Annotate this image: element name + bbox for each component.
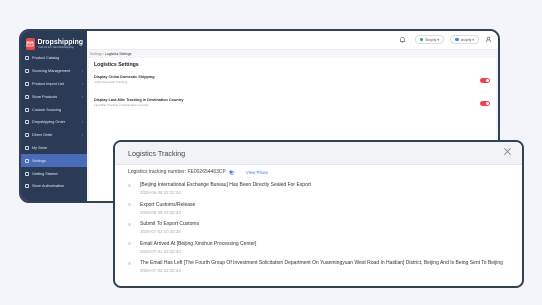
sidebar-item-label: My Store <box>32 145 48 150</box>
sidebar-item-product-catalog[interactable]: Product Catalog <box>21 52 87 65</box>
tracking-number-row: Logistics tracking number: FE002654463CP… <box>128 169 268 175</box>
sidebar-item-label: Product Catalog <box>32 56 60 61</box>
modal-header: Logistics Tracking <box>115 142 522 165</box>
timeline-dot-icon <box>128 203 131 206</box>
setting-title: Display China Domestic Shipping <box>94 75 155 79</box>
timeline-event: Submit To Export Customs 2025-07-01 10:3… <box>128 221 512 241</box>
setting-china-domestic-shipping: Display China Domestic Shipping China Do… <box>94 75 490 89</box>
sidebar-item-label: Store Authorization <box>32 184 65 189</box>
avatar <box>455 37 459 42</box>
sidebar-item-settings[interactable]: Settings <box>21 154 87 168</box>
timeline-dot-icon <box>128 183 131 187</box>
brand-name: Dropshipping <box>37 39 84 46</box>
logistics-tracking-modal: Logistics Tracking Logistics tracking nu… <box>113 140 524 288</box>
chevron-right-icon: › <box>81 81 83 86</box>
view-photo-link[interactable]: View Photo <box>246 170 268 175</box>
toggle-china-domestic-shipping[interactable] <box>480 78 490 83</box>
toggle-last-mile-tracking[interactable] <box>480 101 490 106</box>
search-icon <box>25 107 29 112</box>
sidebar-item-custom-sourcing[interactable]: Custom Sourcing <box>21 103 87 116</box>
setting-subtitle: China Domestic Tracking <box>94 80 128 84</box>
chevron-right-icon: › <box>81 120 83 125</box>
copy-icon[interactable] <box>229 170 234 175</box>
user-icon[interactable] <box>485 36 492 43</box>
modal-title: Logistics Tracking <box>128 149 186 158</box>
sidebar-item-product-import-list[interactable]: Product Import List › <box>21 78 87 91</box>
sidebar-item-store-products[interactable]: Store Products › <box>21 90 87 103</box>
sidebar: Dropshipping Trust Us For Your Dropshipp… <box>21 31 87 201</box>
store-status-icon <box>419 37 424 42</box>
list-icon <box>25 81 29 86</box>
box-icon <box>25 69 29 74</box>
event-time: 2025-06-29 22:32:34 <box>140 209 181 215</box>
chevron-right-icon: › <box>81 94 83 99</box>
brand-logo[interactable]: Dropshipping Trust Us For Your Dropshipp… <box>21 31 87 53</box>
sidebar-item-direct-order[interactable]: Direct Order › <box>21 129 87 142</box>
logo-icon <box>26 38 35 50</box>
sidebar-item-label: Dropshipping Order <box>32 120 66 125</box>
timeline-event: Export Customs/Release 2025-06-29 22:32:… <box>128 202 512 222</box>
event-description: Export Customs/Release <box>140 201 196 208</box>
tracking-number: FE002654463CP <box>187 169 226 175</box>
bell-icon[interactable] <box>399 36 406 43</box>
sidebar-item-store-authorization[interactable]: Store Authorization <box>21 180 87 193</box>
user-menu[interactable]: shopify ▾ <box>450 35 479 44</box>
sidebar-item-label: Getting Started <box>32 171 58 176</box>
cart-icon <box>25 120 29 125</box>
timeline-dot-icon <box>128 242 131 245</box>
brand-tagline: Trust Us For Your Dropshipping <box>37 46 74 49</box>
event-description: The Email Has Left [The Fourth Group Of … <box>140 260 503 266</box>
sidebar-item-label: Custom Sourcing <box>32 107 62 112</box>
user-menu-label: shopify <box>460 37 472 42</box>
tracking-label: Logistics tracking number: <box>128 169 187 175</box>
chevron-right-icon: › <box>81 133 83 138</box>
breadcrumb-parent[interactable]: Settings <box>90 52 102 56</box>
setting-subtitle: Last-Mile Tracking in Destination Countr… <box>94 103 149 107</box>
store-selector-label: Shopify <box>425 37 437 42</box>
event-time: 2025-06-28 22:32:34 <box>140 190 181 195</box>
shop-icon <box>25 145 29 150</box>
timeline-event: The Email Has Left [The Fourth Group Of … <box>128 260 512 280</box>
sidebar-item-label: Store Products <box>32 94 58 99</box>
event-time: 2025-07-02 22:32:34 <box>140 268 181 273</box>
link-icon <box>25 184 29 189</box>
setting-last-mile-tracking: Display Last-Mile Tracking in Destinatio… <box>94 98 490 112</box>
chevron-down-icon: ▾ <box>471 37 474 42</box>
store-icon <box>25 94 29 99</box>
store-selector[interactable]: Shopify ▾ <box>414 35 445 44</box>
close-icon[interactable] <box>503 147 512 156</box>
event-description: Submit To Export Customs <box>140 221 200 227</box>
sidebar-item-sourcing-management[interactable]: Sourcing Management › <box>21 65 87 78</box>
event-time: 2025-07-01 22:32:34 <box>140 248 181 254</box>
event-description: [Beijing International Exchange Bureau] … <box>140 182 311 188</box>
flag-icon <box>25 171 29 176</box>
sidebar-item-getting-started[interactable]: Getting Started <box>21 167 87 180</box>
grid-icon <box>25 56 29 61</box>
event-time: 2025-07-01 10:32:34 <box>140 229 181 234</box>
timeline-dot-icon <box>128 261 131 265</box>
gear-icon <box>25 158 29 163</box>
sidebar-item-my-store[interactable]: My Store <box>21 142 87 155</box>
top-bar: Shopify ▾ shopify ▾ <box>87 31 498 50</box>
page-title: Logistics Settings <box>94 62 139 68</box>
tracking-timeline: [Beijing International Exchange Bureau] … <box>128 182 512 280</box>
breadcrumb-current: Logistics Settings <box>105 52 132 56</box>
sidebar-item-label: Direct Order <box>32 133 53 138</box>
sidebar-nav: Product Catalog Sourcing Management › Pr… <box>21 52 87 193</box>
timeline-event: [Beijing International Exchange Bureau] … <box>128 182 512 202</box>
chevron-right-icon: › <box>81 69 83 74</box>
timeline-dot-icon <box>128 222 131 226</box>
sidebar-item-dropshipping-order[interactable]: Dropshipping Order › <box>21 116 87 129</box>
event-description: Email Arrived At [Beijing Xinshun Proces… <box>140 240 257 247</box>
top-bar-actions: Shopify ▾ shopify ▾ <box>399 35 492 44</box>
setting-title: Display Last-Mile Tracking in Destinatio… <box>94 98 184 102</box>
sidebar-item-label: Sourcing Management <box>32 69 71 74</box>
timeline-event: Email Arrived At [Beijing Xinshun Proces… <box>128 241 512 261</box>
sidebar-item-label: Settings <box>32 158 46 163</box>
chevron-down-icon: ▾ <box>436 37 440 42</box>
sidebar-item-label: Product Import List <box>32 81 64 86</box>
order-icon <box>25 133 29 138</box>
